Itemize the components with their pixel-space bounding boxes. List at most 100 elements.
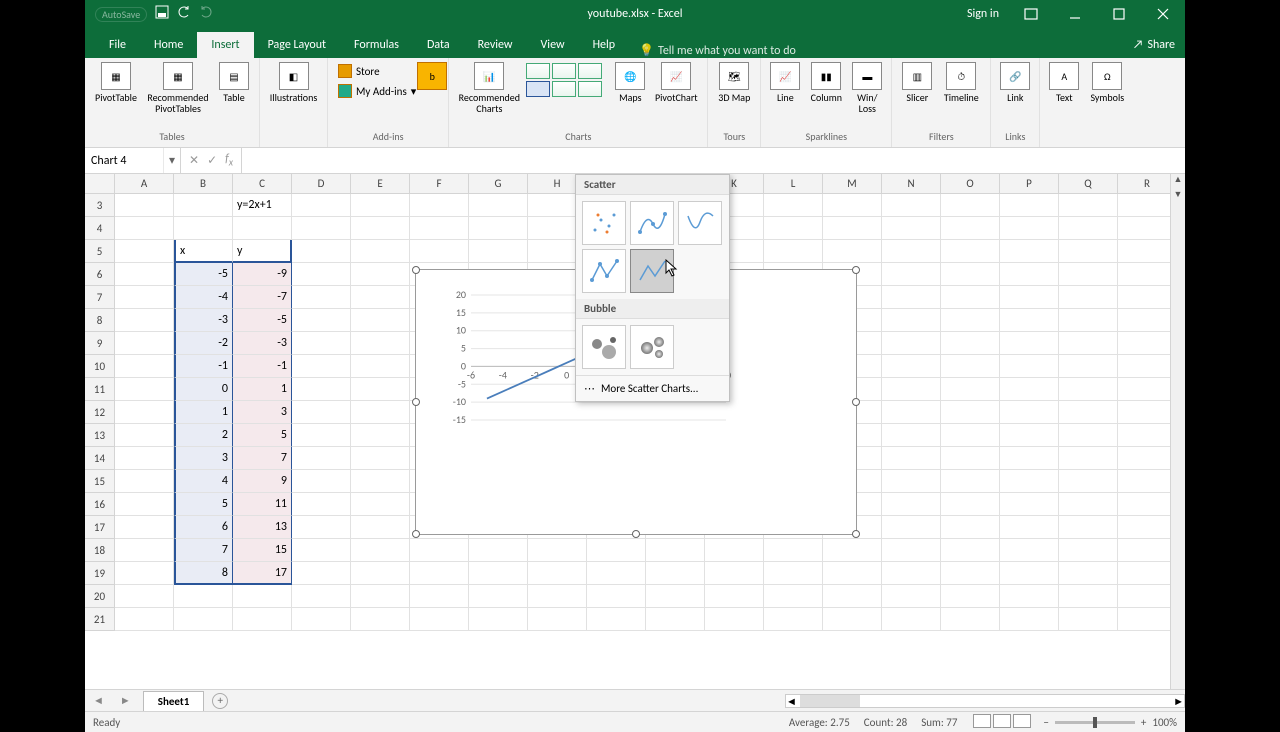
cell[interactable] — [115, 493, 174, 516]
cell[interactable] — [1000, 378, 1059, 401]
bubble-option[interactable] — [582, 325, 626, 369]
cell[interactable] — [174, 585, 233, 608]
cell[interactable] — [292, 355, 351, 378]
cell[interactable] — [351, 378, 410, 401]
cell[interactable] — [1059, 401, 1118, 424]
cell[interactable]: -1 — [233, 355, 292, 378]
cell[interactable] — [764, 217, 823, 240]
cell[interactable]: -3 — [174, 309, 233, 332]
cell[interactable] — [115, 240, 174, 263]
add-sheet-button[interactable]: + — [212, 693, 228, 709]
maps-button[interactable]: 🌐Maps — [611, 62, 649, 122]
cell[interactable] — [646, 585, 705, 608]
row-head[interactable]: 4 — [85, 217, 115, 240]
bubble-3d-option[interactable] — [630, 325, 674, 369]
cell[interactable] — [1059, 217, 1118, 240]
cell[interactable] — [115, 470, 174, 493]
cell[interactable] — [351, 447, 410, 470]
cell[interactable] — [1118, 562, 1177, 585]
col-head[interactable]: R — [1118, 174, 1177, 194]
row-head[interactable]: 8 — [85, 309, 115, 332]
cell[interactable] — [292, 562, 351, 585]
cell[interactable] — [351, 194, 410, 217]
illustrations-button[interactable]: ◧Illustrations — [266, 62, 321, 122]
cell[interactable] — [1000, 286, 1059, 309]
cell[interactable] — [174, 217, 233, 240]
cell[interactable] — [941, 424, 1000, 447]
cell[interactable] — [233, 217, 292, 240]
cell[interactable] — [764, 562, 823, 585]
col-head[interactable]: A — [115, 174, 174, 194]
cell[interactable] — [1059, 240, 1118, 263]
cell[interactable] — [1118, 447, 1177, 470]
cell[interactable] — [115, 447, 174, 470]
zoom-out-icon[interactable]: − — [1043, 716, 1048, 729]
cell[interactable] — [351, 493, 410, 516]
cell[interactable] — [115, 516, 174, 539]
cell[interactable] — [1000, 516, 1059, 539]
tell-me-search[interactable]: 💡 Tell me what you want to do — [639, 43, 796, 58]
cell[interactable] — [351, 470, 410, 493]
cell[interactable] — [115, 585, 174, 608]
resize-handle[interactable] — [852, 530, 860, 538]
cell[interactable] — [1059, 562, 1118, 585]
cell[interactable]: 1 — [233, 378, 292, 401]
cell[interactable] — [469, 240, 528, 263]
col-head[interactable]: N — [882, 174, 941, 194]
cell[interactable] — [469, 585, 528, 608]
cell[interactable] — [941, 585, 1000, 608]
row-head[interactable]: 10 — [85, 355, 115, 378]
cell[interactable] — [115, 378, 174, 401]
cell[interactable] — [941, 332, 1000, 355]
save-icon[interactable] — [155, 5, 169, 23]
cell[interactable] — [1118, 424, 1177, 447]
cell[interactable] — [882, 585, 941, 608]
cell[interactable] — [115, 286, 174, 309]
cell[interactable] — [1000, 493, 1059, 516]
col-head[interactable]: C — [233, 174, 292, 194]
cell[interactable] — [1059, 447, 1118, 470]
cell[interactable] — [1000, 447, 1059, 470]
cell[interactable] — [351, 355, 410, 378]
cell[interactable]: 4 — [174, 470, 233, 493]
cell[interactable]: 7 — [233, 447, 292, 470]
cell[interactable] — [705, 608, 764, 631]
sparkline-winloss-button[interactable]: ▬Win/ Loss — [849, 62, 885, 122]
cell[interactable] — [1118, 539, 1177, 562]
cell[interactable] — [705, 539, 764, 562]
cell[interactable] — [1059, 470, 1118, 493]
enter-icon[interactable]: ✓ — [207, 153, 217, 168]
cell[interactable] — [941, 539, 1000, 562]
cell[interactable]: 1 — [174, 401, 233, 424]
cell[interactable] — [115, 217, 174, 240]
cell[interactable] — [1059, 585, 1118, 608]
tab-file[interactable]: File — [95, 32, 140, 58]
cell[interactable] — [1059, 424, 1118, 447]
cell[interactable] — [882, 608, 941, 631]
cell[interactable] — [823, 585, 882, 608]
row-head[interactable]: 9 — [85, 332, 115, 355]
cell[interactable] — [1118, 194, 1177, 217]
cell[interactable]: 5 — [233, 424, 292, 447]
scroll-left-icon[interactable]: ◄ — [786, 695, 797, 708]
row-head[interactable]: 16 — [85, 493, 115, 516]
cell[interactable] — [528, 585, 587, 608]
cell[interactable] — [882, 470, 941, 493]
row-head[interactable]: 5 — [85, 240, 115, 263]
cell[interactable] — [1000, 539, 1059, 562]
cell[interactable] — [351, 585, 410, 608]
scroll-thumb[interactable] — [800, 695, 860, 707]
close-icon[interactable] — [1141, 0, 1185, 28]
cell[interactable] — [1059, 286, 1118, 309]
tab-home[interactable]: Home — [140, 32, 197, 58]
cell[interactable]: -4 — [174, 286, 233, 309]
cell[interactable] — [823, 539, 882, 562]
cell[interactable] — [941, 194, 1000, 217]
resize-handle[interactable] — [632, 530, 640, 538]
scroll-down-icon[interactable]: ▼ — [1171, 189, 1185, 204]
link-button[interactable]: 🔗Link — [997, 62, 1033, 122]
cell[interactable] — [1000, 263, 1059, 286]
row-head[interactable]: 18 — [85, 539, 115, 562]
cell[interactable] — [1059, 516, 1118, 539]
cell[interactable]: 9 — [233, 470, 292, 493]
